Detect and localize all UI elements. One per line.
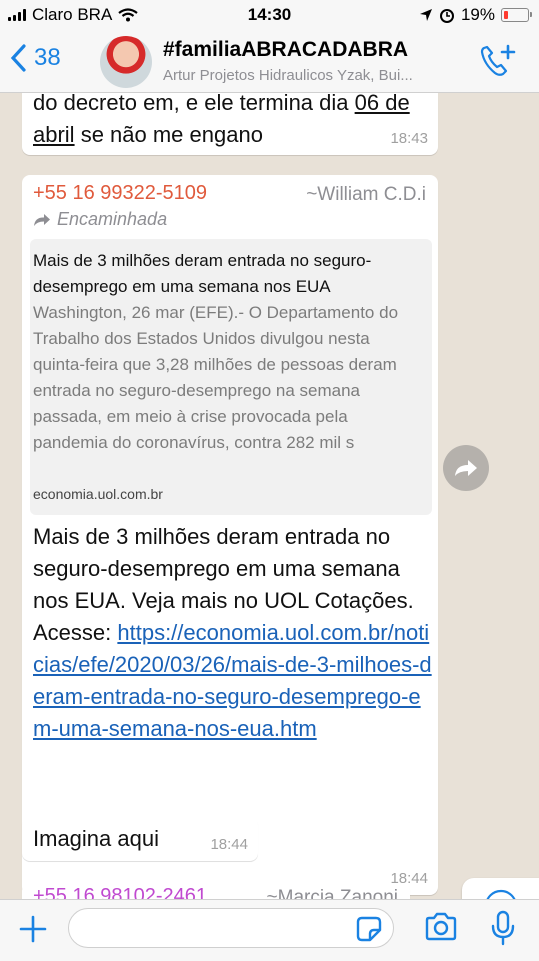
message-text: Mais de 3 milhões deram entrada no segur… bbox=[33, 524, 432, 741]
input-bar bbox=[0, 899, 539, 961]
message-input[interactable] bbox=[68, 908, 394, 948]
forward-icon bbox=[455, 460, 477, 476]
group-avatar[interactable] bbox=[100, 36, 152, 88]
chevron-left-icon bbox=[10, 44, 26, 72]
battery-icon bbox=[501, 8, 532, 22]
sender-name: ~Marcia Zanoni bbox=[266, 887, 398, 899]
sticker-icon[interactable] bbox=[356, 916, 382, 942]
sender-name: ~William C.D.i bbox=[306, 184, 426, 205]
add-call-icon[interactable] bbox=[479, 44, 517, 78]
location-icon bbox=[419, 9, 432, 21]
battery-percent: 19% bbox=[460, 5, 495, 24]
preview-domain: economia.uol.com.br bbox=[33, 486, 163, 502]
preview-title: Mais de 3 milhões deram entrada no segur… bbox=[33, 251, 372, 296]
preview-description: Washington, 26 mar (EFE).- O Departament… bbox=[33, 303, 399, 452]
message-text: do decreto em, e ele termina dia 06 de a… bbox=[33, 93, 438, 151]
message-bubble[interactable]: +55 16 99322-5109 ~William C.D.i Encamin… bbox=[22, 175, 438, 895]
message-bubble[interactable]: Imagina aqui 18:44 bbox=[22, 817, 258, 861]
microphone-icon[interactable] bbox=[490, 910, 516, 946]
scroll-down-icon bbox=[486, 889, 515, 899]
message-bubble[interactable]: +55 16 98102-2461 ~Marcia Zanoni bbox=[22, 883, 410, 899]
scroll-down-button[interactable] bbox=[462, 878, 539, 899]
message-time: 18:44 bbox=[210, 836, 248, 853]
sender-phone[interactable]: +55 16 98102-2461 bbox=[33, 885, 207, 899]
forward-button[interactable] bbox=[443, 445, 489, 491]
link-preview[interactable]: Mais de 3 milhões deram entrada no segur… bbox=[30, 239, 432, 515]
chat-area[interactable]: do decreto em, e ele termina dia 06 de a… bbox=[0, 93, 539, 899]
forwarded-icon bbox=[34, 213, 50, 226]
chat-header: 38 #familiaABRACADABRA Artur Projetos Hi… bbox=[0, 30, 539, 93]
back-count: 38 bbox=[34, 44, 61, 71]
plus-icon[interactable] bbox=[16, 912, 50, 946]
forwarded-label: Encaminhada bbox=[33, 209, 167, 230]
camera-icon[interactable] bbox=[424, 912, 458, 942]
message-bubble[interactable]: do decreto em, e ele termina dia 06 de a… bbox=[22, 93, 438, 155]
back-button[interactable]: 38 bbox=[10, 44, 61, 72]
message-time: 18:43 bbox=[390, 130, 428, 147]
group-participants[interactable]: Artur Projetos Hidraulicos Yzak, Bui... bbox=[163, 67, 463, 84]
message-text: Imagina aqui bbox=[33, 826, 159, 851]
group-name[interactable]: #familiaABRACADABRA bbox=[163, 38, 408, 62]
alarm-icon bbox=[439, 9, 454, 23]
sender-phone[interactable]: +55 16 99322-5109 bbox=[33, 182, 207, 205]
status-bar: Claro BRA 14:30 19% bbox=[0, 0, 539, 30]
